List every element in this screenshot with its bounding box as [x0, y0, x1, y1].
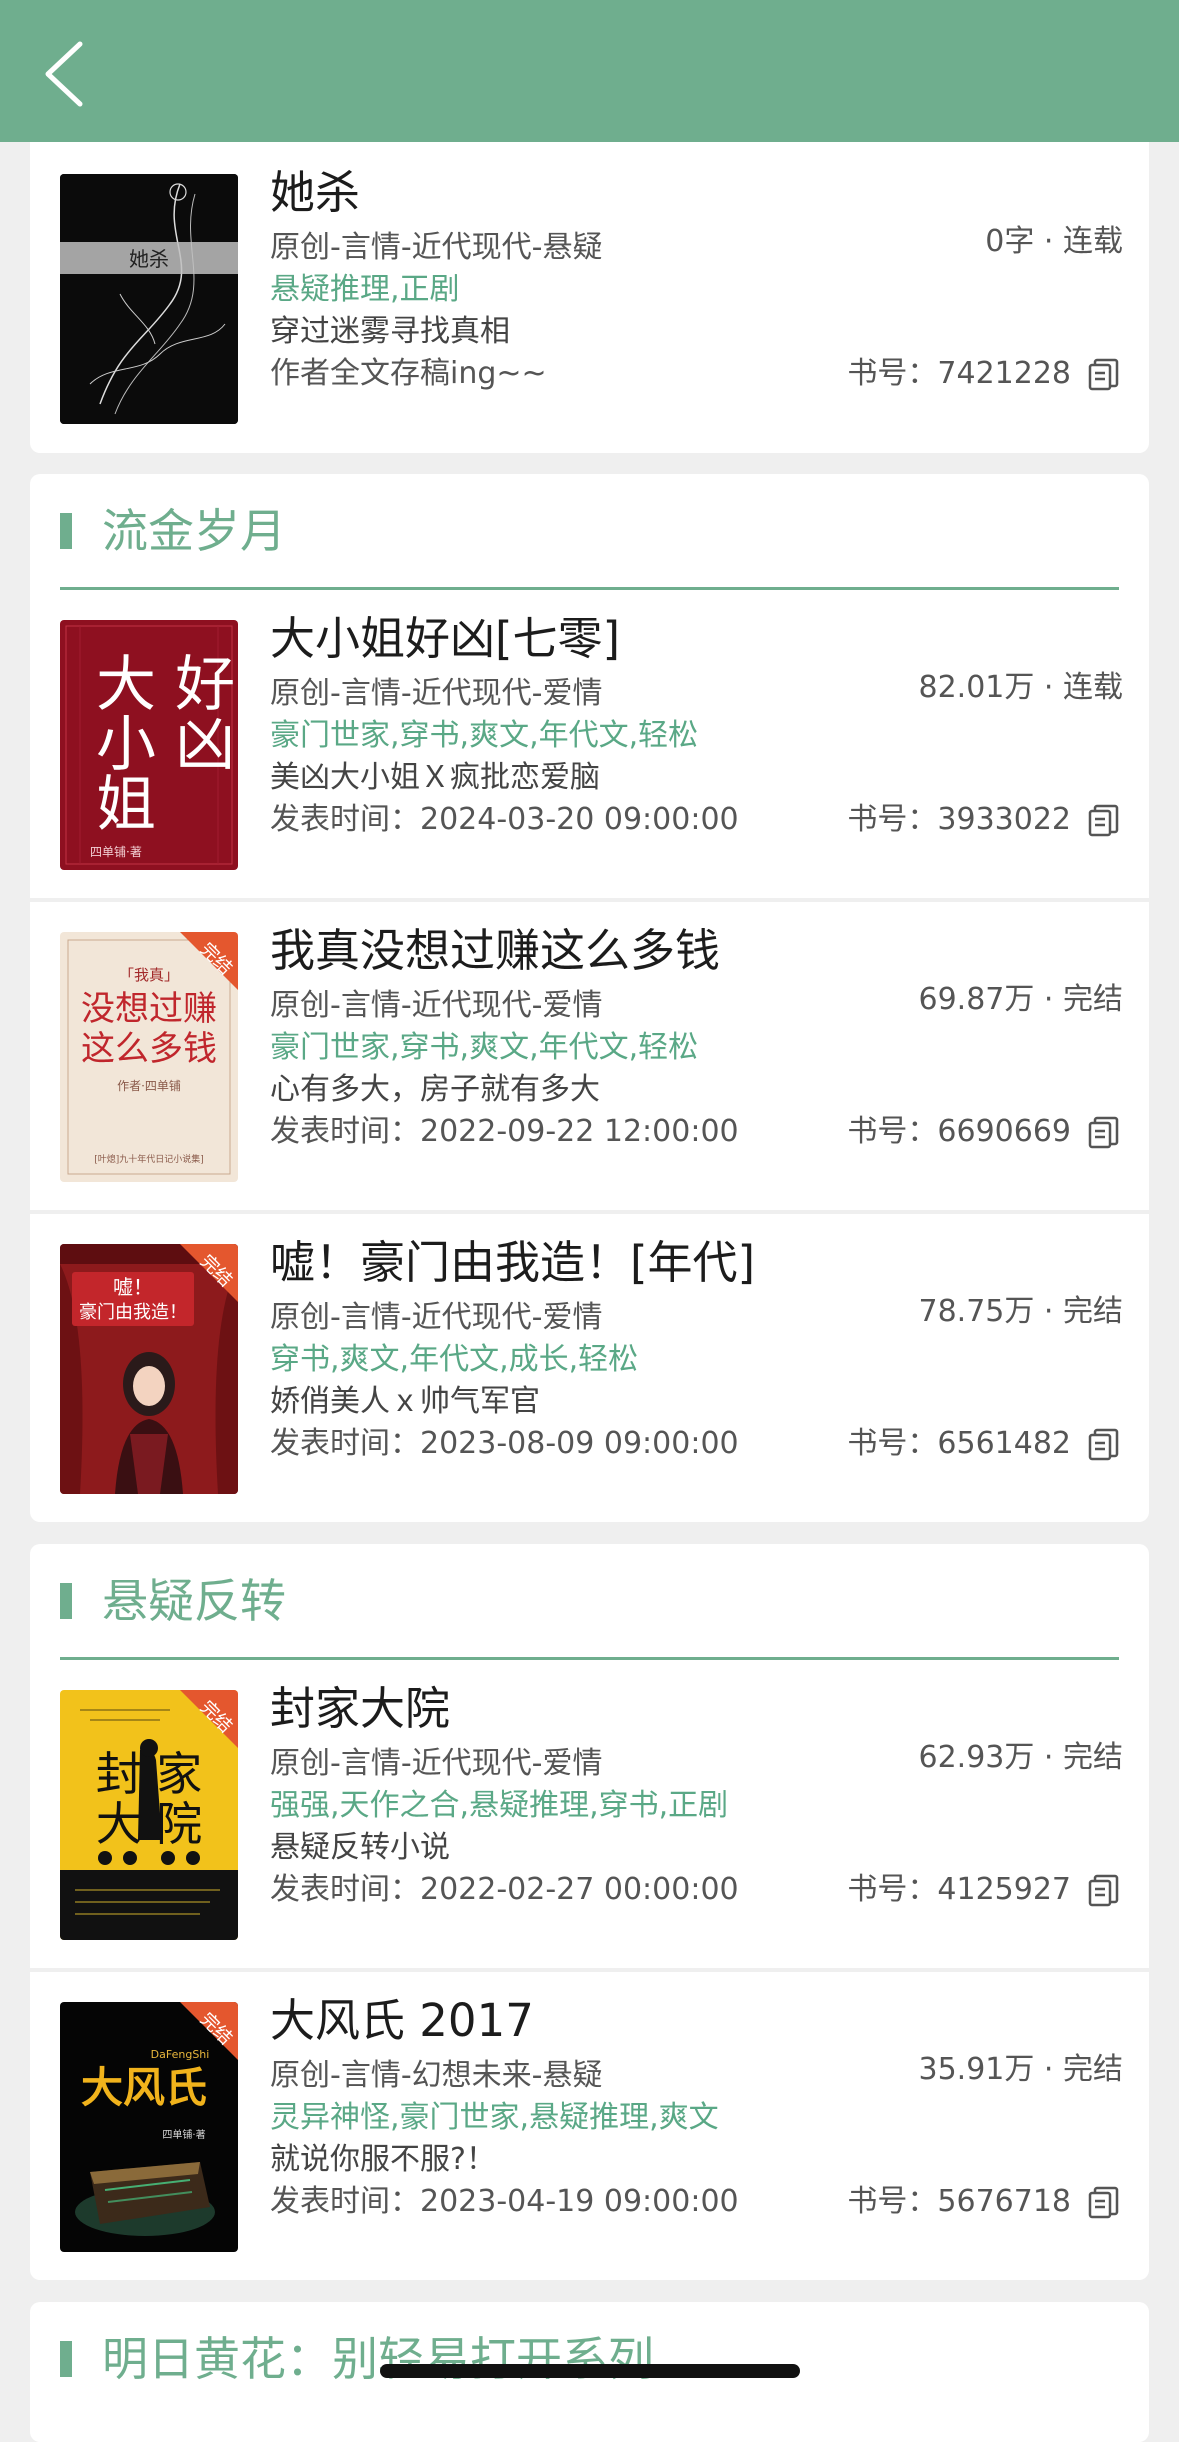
book-title: 嘘！豪门由我造！[年代] — [270, 1236, 756, 1289]
book-category: 原创-言情-近代现代-悬疑 — [270, 230, 603, 265]
section-title[interactable]: 悬疑反转 — [102, 1569, 286, 1633]
book-title: 大小姐好凶[七零] — [270, 612, 621, 665]
book-cover: 完结 封 家 大 院 — [60, 1690, 238, 1940]
book-title: 封家大院 — [270, 1682, 451, 1735]
cover-line2: 豪门由我造！ — [79, 1302, 187, 1323]
section-card: 流金岁月 大 好 小 凶 姐 四单铺·著 大小姐好凶[七零] 原创-言情-近代现… — [30, 474, 1149, 1522]
book-tags: 豪门世家,穿书,爽文,年代文,轻松 — [270, 1030, 699, 1065]
copy-icon[interactable] — [1087, 2184, 1123, 2220]
cover-line1: 嘘！ — [113, 1275, 153, 1299]
section-marker — [60, 2341, 72, 2377]
chevron-left-icon — [45, 41, 83, 107]
copy-icon[interactable] — [1087, 1426, 1123, 1462]
copy-icon[interactable] — [1087, 356, 1123, 392]
book-category: 原创-言情-近代现代-爱情 — [270, 988, 603, 1023]
cover-author: 作者·四单铺 — [117, 1079, 181, 1093]
book-tags: 豪门世家,穿书,爽文,年代文,轻松 — [270, 718, 699, 753]
book-intro: 穿过迷雾寻找真相 — [270, 314, 510, 349]
cover-sub: 四单铺·著 — [162, 2128, 205, 2141]
book-cover: 完结 「我真」 没想过赚 这么多钱 作者·四单铺 [叶熄]九十年代日记小说集] — [60, 932, 238, 1182]
book-cover: 完结 嘘！ 豪门由我造！ — [60, 1244, 238, 1494]
book-intro: 娇俏美人ｘ帅气军官 — [270, 1384, 540, 1419]
cover-line1: 大风氏 — [81, 2063, 207, 2112]
book-publish-time: 发表时间：2022-02-27 00:00:00 — [270, 1872, 739, 1907]
book-category: 原创-言情-近代现代-爱情 — [270, 1300, 603, 1335]
book-tags: 悬疑推理,正剧 — [270, 272, 460, 307]
book-category: 原创-言情-近代现代-爱情 — [270, 676, 603, 711]
cover-small: DaFengShi — [151, 2048, 210, 2061]
book-word-count-status: 62.93万 · 完结 — [918, 1740, 1124, 1775]
book-item[interactable]: 完结 封 家 大 院 封家大院 原创-言情-近代现代-爱情 62.93万 · 完… — [30, 1660, 1149, 1972]
book-intro: 悬疑反转小说 — [270, 1830, 450, 1865]
cover-bottom: [叶熄]九十年代日记小说集] — [94, 1153, 204, 1165]
book-word-count-status: 35.91万 · 完结 — [918, 2052, 1124, 2087]
book-title: 她杀 — [270, 166, 361, 219]
section-header: 流金岁月 — [30, 474, 1149, 590]
top-bar — [0, 0, 1179, 142]
copy-icon[interactable] — [1087, 1872, 1123, 1908]
book-item[interactable]: 完结 嘘！ 豪门由我造！ 嘘！豪门由我造！[年代] 原创-言情-近代现代-爱情 … — [30, 1214, 1149, 1526]
book-tags: 穿书,爽文,年代文,成长,轻松 — [270, 1342, 639, 1377]
cover-title: 她杀 — [129, 247, 169, 271]
book-publish-time: 发表时间：2023-04-19 09:00:00 — [270, 2184, 739, 2219]
book-title: 大风氏 2017 — [270, 1994, 534, 2047]
copy-icon[interactable] — [1087, 802, 1123, 838]
book-card: 她杀 她杀 原创-言情-近代现代-悬疑 0字 · 连载 悬疑推理,正剧 穿过迷雾… — [30, 128, 1149, 453]
book-publish-time: 发表时间：2022-09-22 12:00:00 — [270, 1114, 739, 1149]
book-publish-time: 作者全文存稿ing~~ — [270, 356, 547, 391]
section-header: 明日黄花：别轻易打开系列 — [30, 2302, 1149, 2416]
back-button[interactable] — [36, 36, 96, 112]
section-marker — [60, 513, 72, 549]
section-card: 悬疑反转 完结 封 家 大 院 封家大院 原创-言情-近代现代-爱情 62.93… — [30, 1544, 1149, 2280]
book-item[interactable]: 她杀 她杀 原创-言情-近代现代-悬疑 0字 · 连载 悬疑推理,正剧 穿过迷雾… — [30, 144, 1149, 456]
section-marker — [60, 1583, 72, 1619]
book-category: 原创-言情-幻想未来-悬疑 — [270, 2058, 603, 2093]
book-word-count-status: 78.75万 · 完结 — [918, 1294, 1124, 1329]
section-header: 悬疑反转 — [30, 1544, 1149, 1660]
book-id: 书号：7421228 — [847, 356, 1071, 391]
book-word-count-status: 69.87万 · 完结 — [918, 982, 1124, 1017]
section-title[interactable]: 流金岁月 — [102, 499, 286, 563]
cover-author: 四单铺·著 — [90, 845, 142, 859]
copy-icon[interactable] — [1087, 1114, 1123, 1150]
book-publish-time: 发表时间：2023-08-09 09:00:00 — [270, 1426, 739, 1461]
home-indicator[interactable] — [380, 2364, 800, 2378]
book-publish-time: 发表时间：2024-03-20 09:00:00 — [270, 802, 739, 837]
book-tags: 强强,天作之合,悬疑推理,穿书,正剧 — [270, 1788, 729, 1823]
book-item[interactable]: 完结 DaFengShi 大风氏 四单铺·著 大风氏 2017 原创-言情-幻想… — [30, 1972, 1149, 2284]
book-word-count-status: 0字 · 连载 — [985, 224, 1123, 259]
book-cover: 完结 DaFengShi 大风氏 四单铺·著 — [60, 2002, 238, 2252]
page-title — [300, 40, 880, 100]
book-cover: 她杀 — [60, 174, 238, 424]
cover-top: 「我真」 — [119, 966, 179, 984]
book-title: 我真没想过赚这么多钱 — [270, 924, 721, 977]
book-id: 书号：3933022 — [847, 802, 1071, 837]
book-intro: 就说你服不服?！ — [270, 2142, 496, 2177]
book-category: 原创-言情-近代现代-爱情 — [270, 1746, 603, 1781]
cover-line2: 这么多钱 — [81, 1029, 217, 1069]
book-intro: 心有多大，房子就有多大 — [270, 1072, 600, 1107]
book-id: 书号：6561482 — [847, 1426, 1071, 1461]
cover-line1: 没想过赚 — [81, 989, 217, 1029]
cover-line3: 姐 — [96, 770, 156, 840]
book-id: 书号：5676718 — [847, 2184, 1071, 2219]
book-item[interactable]: 大 好 小 凶 姐 四单铺·著 大小姐好凶[七零] 原创-言情-近代现代-爱情 … — [30, 590, 1149, 902]
book-intro: 美凶大小姐Ｘ疯批恋爱脑 — [270, 760, 600, 795]
book-id: 书号：6690669 — [847, 1114, 1071, 1149]
book-item[interactable]: 完结 「我真」 没想过赚 这么多钱 作者·四单铺 [叶熄]九十年代日记小说集] … — [30, 902, 1149, 1214]
section-title[interactable]: 明日黄花：别轻易打开系列 — [102, 2327, 654, 2391]
book-id: 书号：4125927 — [847, 1872, 1071, 1907]
book-word-count-status: 82.01万 · 连载 — [918, 670, 1124, 705]
book-cover: 大 好 小 凶 姐 四单铺·著 — [60, 620, 238, 870]
book-tags: 灵异神怪,豪门世家,悬疑推理,爽文 — [270, 2100, 719, 2135]
